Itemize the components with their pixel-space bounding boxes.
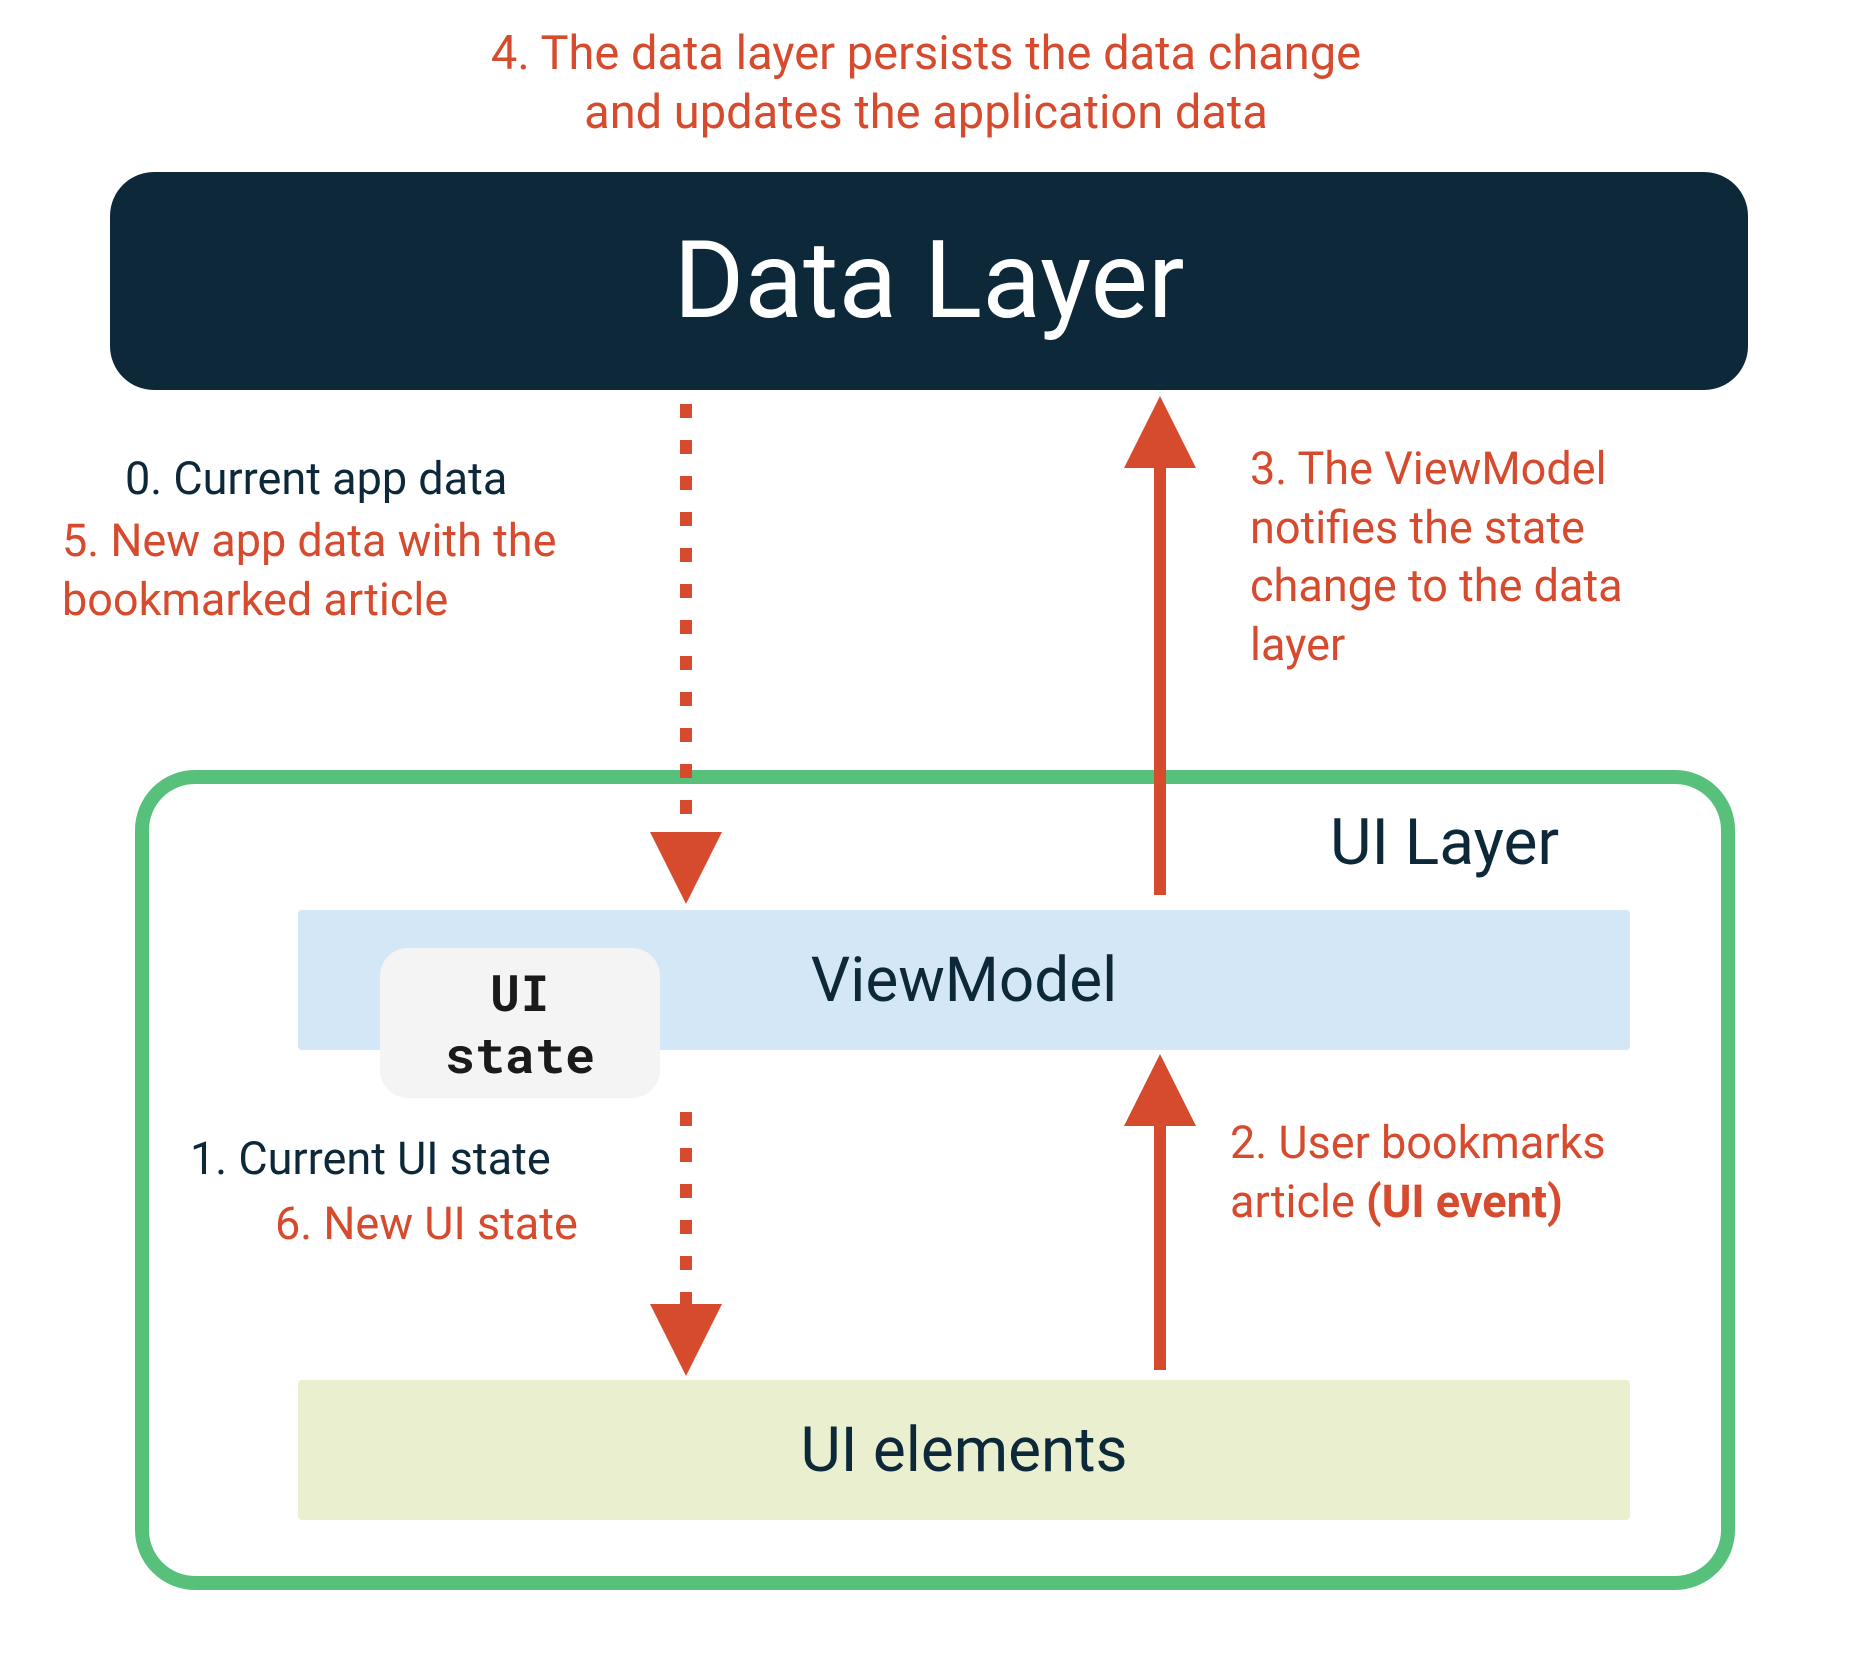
architecture-diagram: 4. The data layer persists the data chan…: [0, 0, 1852, 1656]
annotation-step-2-bold: (UI event): [1366, 1175, 1563, 1228]
data-layer-box: Data Layer: [110, 172, 1748, 390]
ui-layer-title: UI Layer: [1330, 805, 1559, 880]
annotation-step-6: 6. New UI state: [275, 1195, 578, 1254]
annotation-step-1: 1. Current UI state: [190, 1130, 551, 1189]
annotation-step-0: 0. Current app data: [125, 450, 507, 509]
ui-elements-box: UI elements: [298, 1380, 1630, 1520]
annotation-step-3: 3. The ViewModel notifies the state chan…: [1250, 440, 1720, 674]
ui-state-badge: UIstate: [380, 948, 660, 1098]
annotation-step-5: 5. New app data with the bookmarked arti…: [62, 512, 582, 629]
annotation-step-4: 4. The data layer persists the data chan…: [0, 25, 1852, 143]
annotation-step-2: 2. User bookmarks article (UI event): [1230, 1114, 1650, 1231]
